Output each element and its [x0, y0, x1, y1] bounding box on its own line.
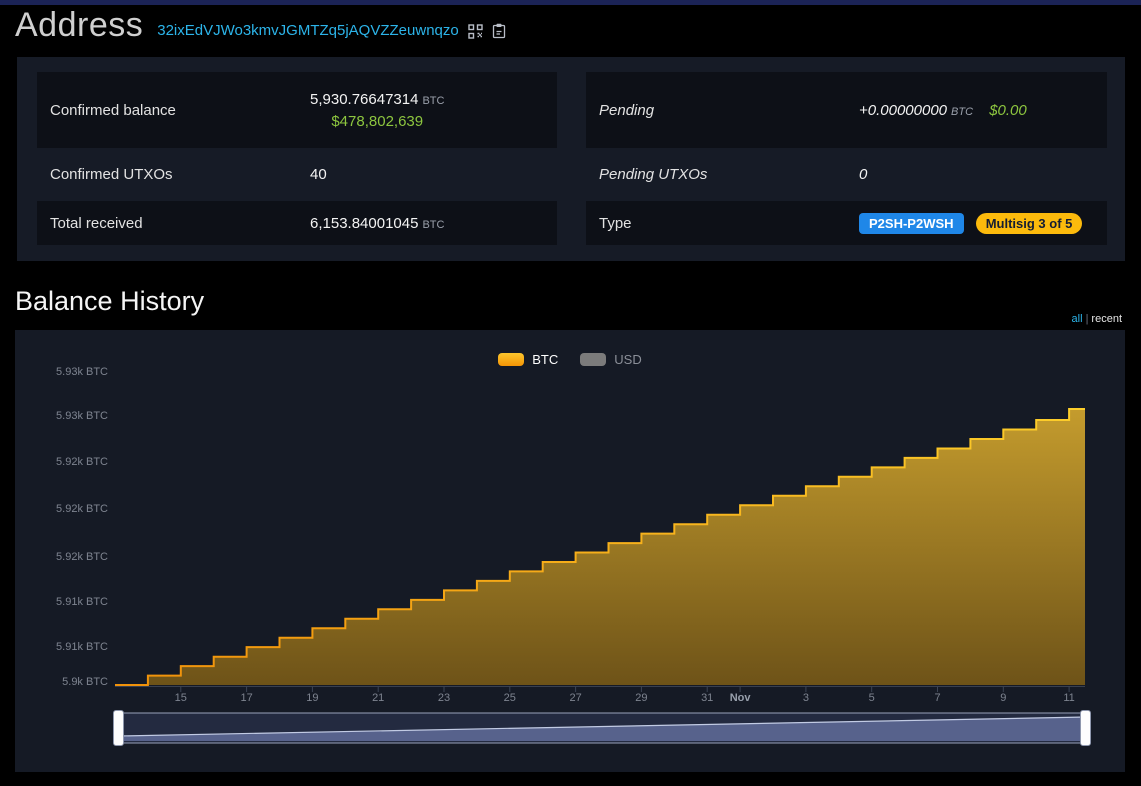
- range-recent-link[interactable]: recent: [1091, 313, 1122, 325]
- chart-legend: BTC USD: [15, 352, 1125, 367]
- type-badges: P2SH-P2WSH Multisig 3 of 5: [859, 212, 1083, 234]
- address-stats-panel: Confirmed balance 5,930.76647314 BTC $478…: [17, 57, 1125, 261]
- confirmed-balance-value: 5,930.76647314 BTC $478,802,639: [310, 90, 445, 130]
- legend-item-btc[interactable]: BTC: [498, 352, 558, 367]
- legend-item-usd[interactable]: USD: [580, 352, 642, 367]
- y-axis-label: 5.9k BTC: [62, 676, 108, 688]
- pending-utxos-value: 0: [859, 166, 868, 183]
- x-axis-label: 23: [437, 692, 451, 704]
- pending-value: +0.00000000 BTC $0.00: [859, 101, 1027, 119]
- total-received-row: Total received 6,153.84001045 BTC: [37, 201, 557, 245]
- confirmed-utxos-value: 40: [310, 166, 327, 183]
- pending-usd: $0.00: [989, 101, 1027, 119]
- datazoom-slider[interactable]: [118, 712, 1087, 744]
- usd-legend-swatch: [580, 353, 607, 366]
- x-axis-label: 25: [503, 692, 516, 704]
- range-separator: |: [1085, 313, 1089, 325]
- y-axis-label: 5.92k BTC: [56, 551, 108, 563]
- pending-stats-table: Pending +0.00000000 BTC $0.00 Pending UTX…: [586, 72, 1107, 245]
- btc-unit: BTC: [422, 94, 445, 107]
- type-row: Type P2SH-P2WSH Multisig 3 of 5: [586, 201, 1107, 245]
- btc-legend-label: BTC: [532, 352, 559, 367]
- datazoom-right-handle[interactable]: [1080, 710, 1091, 746]
- confirmed-balance-usd: $478,802,639: [331, 112, 424, 130]
- x-axis-label: 17: [240, 692, 253, 704]
- total-received-value: 6,153.84001045 BTC: [310, 214, 445, 232]
- x-axis-label: 21: [372, 692, 385, 704]
- btc-unit: BTC: [422, 218, 445, 231]
- multisig-badge: Multisig 3 of 5: [975, 212, 1083, 234]
- x-axis-label: 19: [306, 692, 319, 704]
- x-axis-label: 27: [569, 692, 582, 704]
- x-axis-label: 3: [802, 692, 809, 704]
- y-axis-label: 5.92k BTC: [56, 503, 108, 515]
- pending-utxos-row: Pending UTXOs 0: [586, 152, 1107, 197]
- pending-label: Pending: [599, 101, 655, 119]
- balance-area-series: [115, 408, 1085, 692]
- qr-code-icon[interactable]: [468, 23, 483, 39]
- top-accent-bar: [0, 0, 1141, 5]
- range-all-link[interactable]: all: [1072, 313, 1083, 325]
- datazoom-left-handle[interactable]: [113, 710, 124, 746]
- balance-chart-svg: [115, 408, 1087, 744]
- confirmed-stats-table: Confirmed balance 5,930.76647314 BTC $478…: [37, 72, 557, 245]
- x-axis-label: 9: [1000, 692, 1007, 704]
- y-axis-label: 5.93k BTC: [56, 366, 108, 378]
- confirmed-utxos-row: Confirmed UTXOs 40: [37, 152, 557, 197]
- y-axis-label: 5.91k BTC: [56, 596, 108, 608]
- chart-range-links: all | recent: [1072, 313, 1122, 325]
- balance-history-chart: 5.93k BTC 5.93k BTC 5.92k BTC 5.92k BTC 5.92…: [15, 330, 1125, 772]
- copy-icon[interactable]: [492, 23, 506, 39]
- address-type-badge: P2SH-P2WSH: [859, 212, 964, 234]
- y-axis-label: 5.93k BTC: [56, 410, 108, 422]
- balance-history-title: Balance History: [15, 286, 205, 316]
- y-axis-label: 5.92k BTC: [56, 456, 108, 468]
- btc-unit: BTC: [951, 105, 974, 118]
- x-axis-label: 7: [934, 692, 941, 704]
- address-link[interactable]: 32ixEdVJWo3kmvJGMTZq5jAQVZZeuwnqzo: [157, 22, 459, 39]
- x-axis-label: 29: [635, 692, 648, 704]
- x-axis-label: 15: [174, 692, 187, 704]
- confirmed-utxos-label: Confirmed UTXOs: [50, 166, 173, 183]
- btc-legend-swatch: [498, 353, 525, 366]
- page-header: Address 32ixEdVJWo3kmvJGMTZq5jAQVZZeuwnq…: [15, 6, 506, 45]
- pending-row: Pending +0.00000000 BTC $0.00: [586, 72, 1107, 148]
- usd-legend-label: USD: [614, 352, 642, 367]
- page-title: Address: [15, 6, 144, 44]
- confirmed-balance-label: Confirmed balance: [50, 101, 176, 119]
- x-axis-label: 11: [1063, 692, 1075, 704]
- type-label: Type: [599, 214, 632, 232]
- x-axis-label: Nov: [729, 692, 751, 704]
- pending-utxos-label: Pending UTXOs: [599, 166, 708, 183]
- y-axis-label: 5.91k BTC: [56, 641, 108, 653]
- confirmed-balance-row: Confirmed balance 5,930.76647314 BTC $478…: [37, 72, 557, 148]
- total-received-label: Total received: [50, 214, 143, 232]
- x-axis-label: 5: [868, 692, 875, 704]
